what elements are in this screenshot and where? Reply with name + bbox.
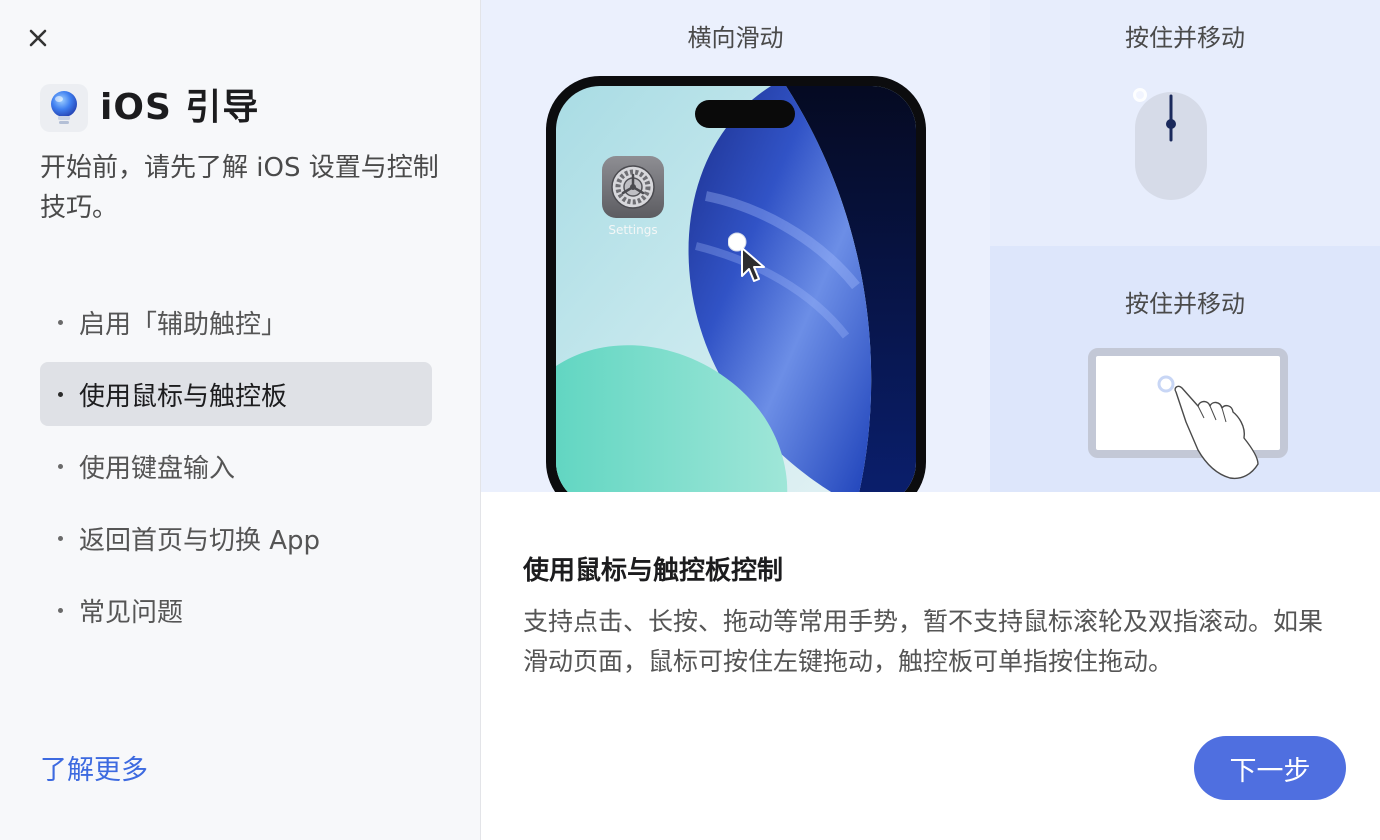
learn-more-link[interactable]: 了解更多 xyxy=(40,748,148,787)
page-title: iOS 引导 xyxy=(100,87,260,128)
nav-item-keyboard-input[interactable]: 使用键盘输入 xyxy=(40,434,432,498)
bullet-icon xyxy=(58,319,63,325)
cursor-icon xyxy=(727,232,765,282)
nav-item-label: 启用「辅助触控」 xyxy=(79,309,288,340)
section-description: 支持点击、长按、拖动等常用手势，暂不支持鼠标滚轮及双指滚动。如果滑动页面，鼠标可… xyxy=(523,607,1324,676)
bullet-icon xyxy=(58,463,63,469)
pointer-cursor xyxy=(727,232,778,292)
sidebar: iOS 引导 开始前，请先了解 iOS 设置与控制技巧。 启用「辅助触控」 使用… xyxy=(0,0,480,840)
guide-nav: 启用「辅助触控」 使用鼠标与触控板 使用键盘输入 返回首页与切换 App 常见问… xyxy=(40,290,432,650)
bullet-icon xyxy=(58,535,63,541)
guide-content: 使用鼠标与触控板控制 支持点击、长按、拖动等常用手势，暂不支持鼠标滚轮及双指滚动… xyxy=(481,492,1380,840)
trackpad-illustration-panel: 按住并移动 xyxy=(990,246,1380,492)
trackpad-icon xyxy=(1088,348,1288,480)
mouse-icon xyxy=(1133,88,1207,200)
bullet-icon xyxy=(58,391,63,397)
swipe-label: 横向滑动 xyxy=(687,24,784,52)
bullet-icon xyxy=(58,607,63,613)
nav-item-home-switch-app[interactable]: 返回首页与切换 App xyxy=(40,506,432,570)
page-subtitle: 开始前，请先了解 iOS 设置与控制技巧。 xyxy=(40,153,439,223)
app-icon xyxy=(40,84,88,132)
mouse-illustration-panel: 按住并移动 xyxy=(990,0,1380,246)
lightbulb-icon xyxy=(51,91,77,124)
dynamic-island xyxy=(695,100,795,128)
nav-item-label: 返回首页与切换 App xyxy=(79,525,321,556)
nav-item-label: 使用鼠标与触控板 xyxy=(79,381,288,412)
nav-item-mouse-trackpad[interactable]: 使用鼠标与触控板 xyxy=(40,362,432,426)
ios-guide-dialog: iOS 引导 开始前，请先了解 iOS 设置与控制技巧。 启用「辅助触控」 使用… xyxy=(0,0,1380,840)
mouse-label: 按住并移动 xyxy=(1125,24,1245,52)
swipe-illustration-panel: 横向滑动 Settings xyxy=(481,0,990,492)
section-title: 使用鼠标与触控板控制 xyxy=(523,556,784,586)
close-icon xyxy=(29,29,47,47)
illustration-area: 横向滑动 Settings 按住并移动 按住并移动 xyxy=(481,0,1380,492)
nav-item-faq[interactable]: 常见问题 xyxy=(40,578,432,642)
iphone-screen: Settings xyxy=(556,86,916,492)
nav-item-enable-assistivetouch[interactable]: 启用「辅助触控」 xyxy=(40,290,432,354)
close-button[interactable] xyxy=(22,22,54,54)
nav-item-label: 常见问题 xyxy=(79,597,184,628)
nav-item-label: 使用键盘输入 xyxy=(79,453,236,484)
next-step-button[interactable]: 下一步 xyxy=(1194,736,1346,800)
trackpad-label: 按住并移动 xyxy=(1125,290,1245,318)
iphone-illustration: Settings xyxy=(546,76,926,492)
settings-app-label: Settings xyxy=(608,223,658,237)
settings-app-icon xyxy=(602,156,664,218)
gear-icon xyxy=(611,165,655,209)
